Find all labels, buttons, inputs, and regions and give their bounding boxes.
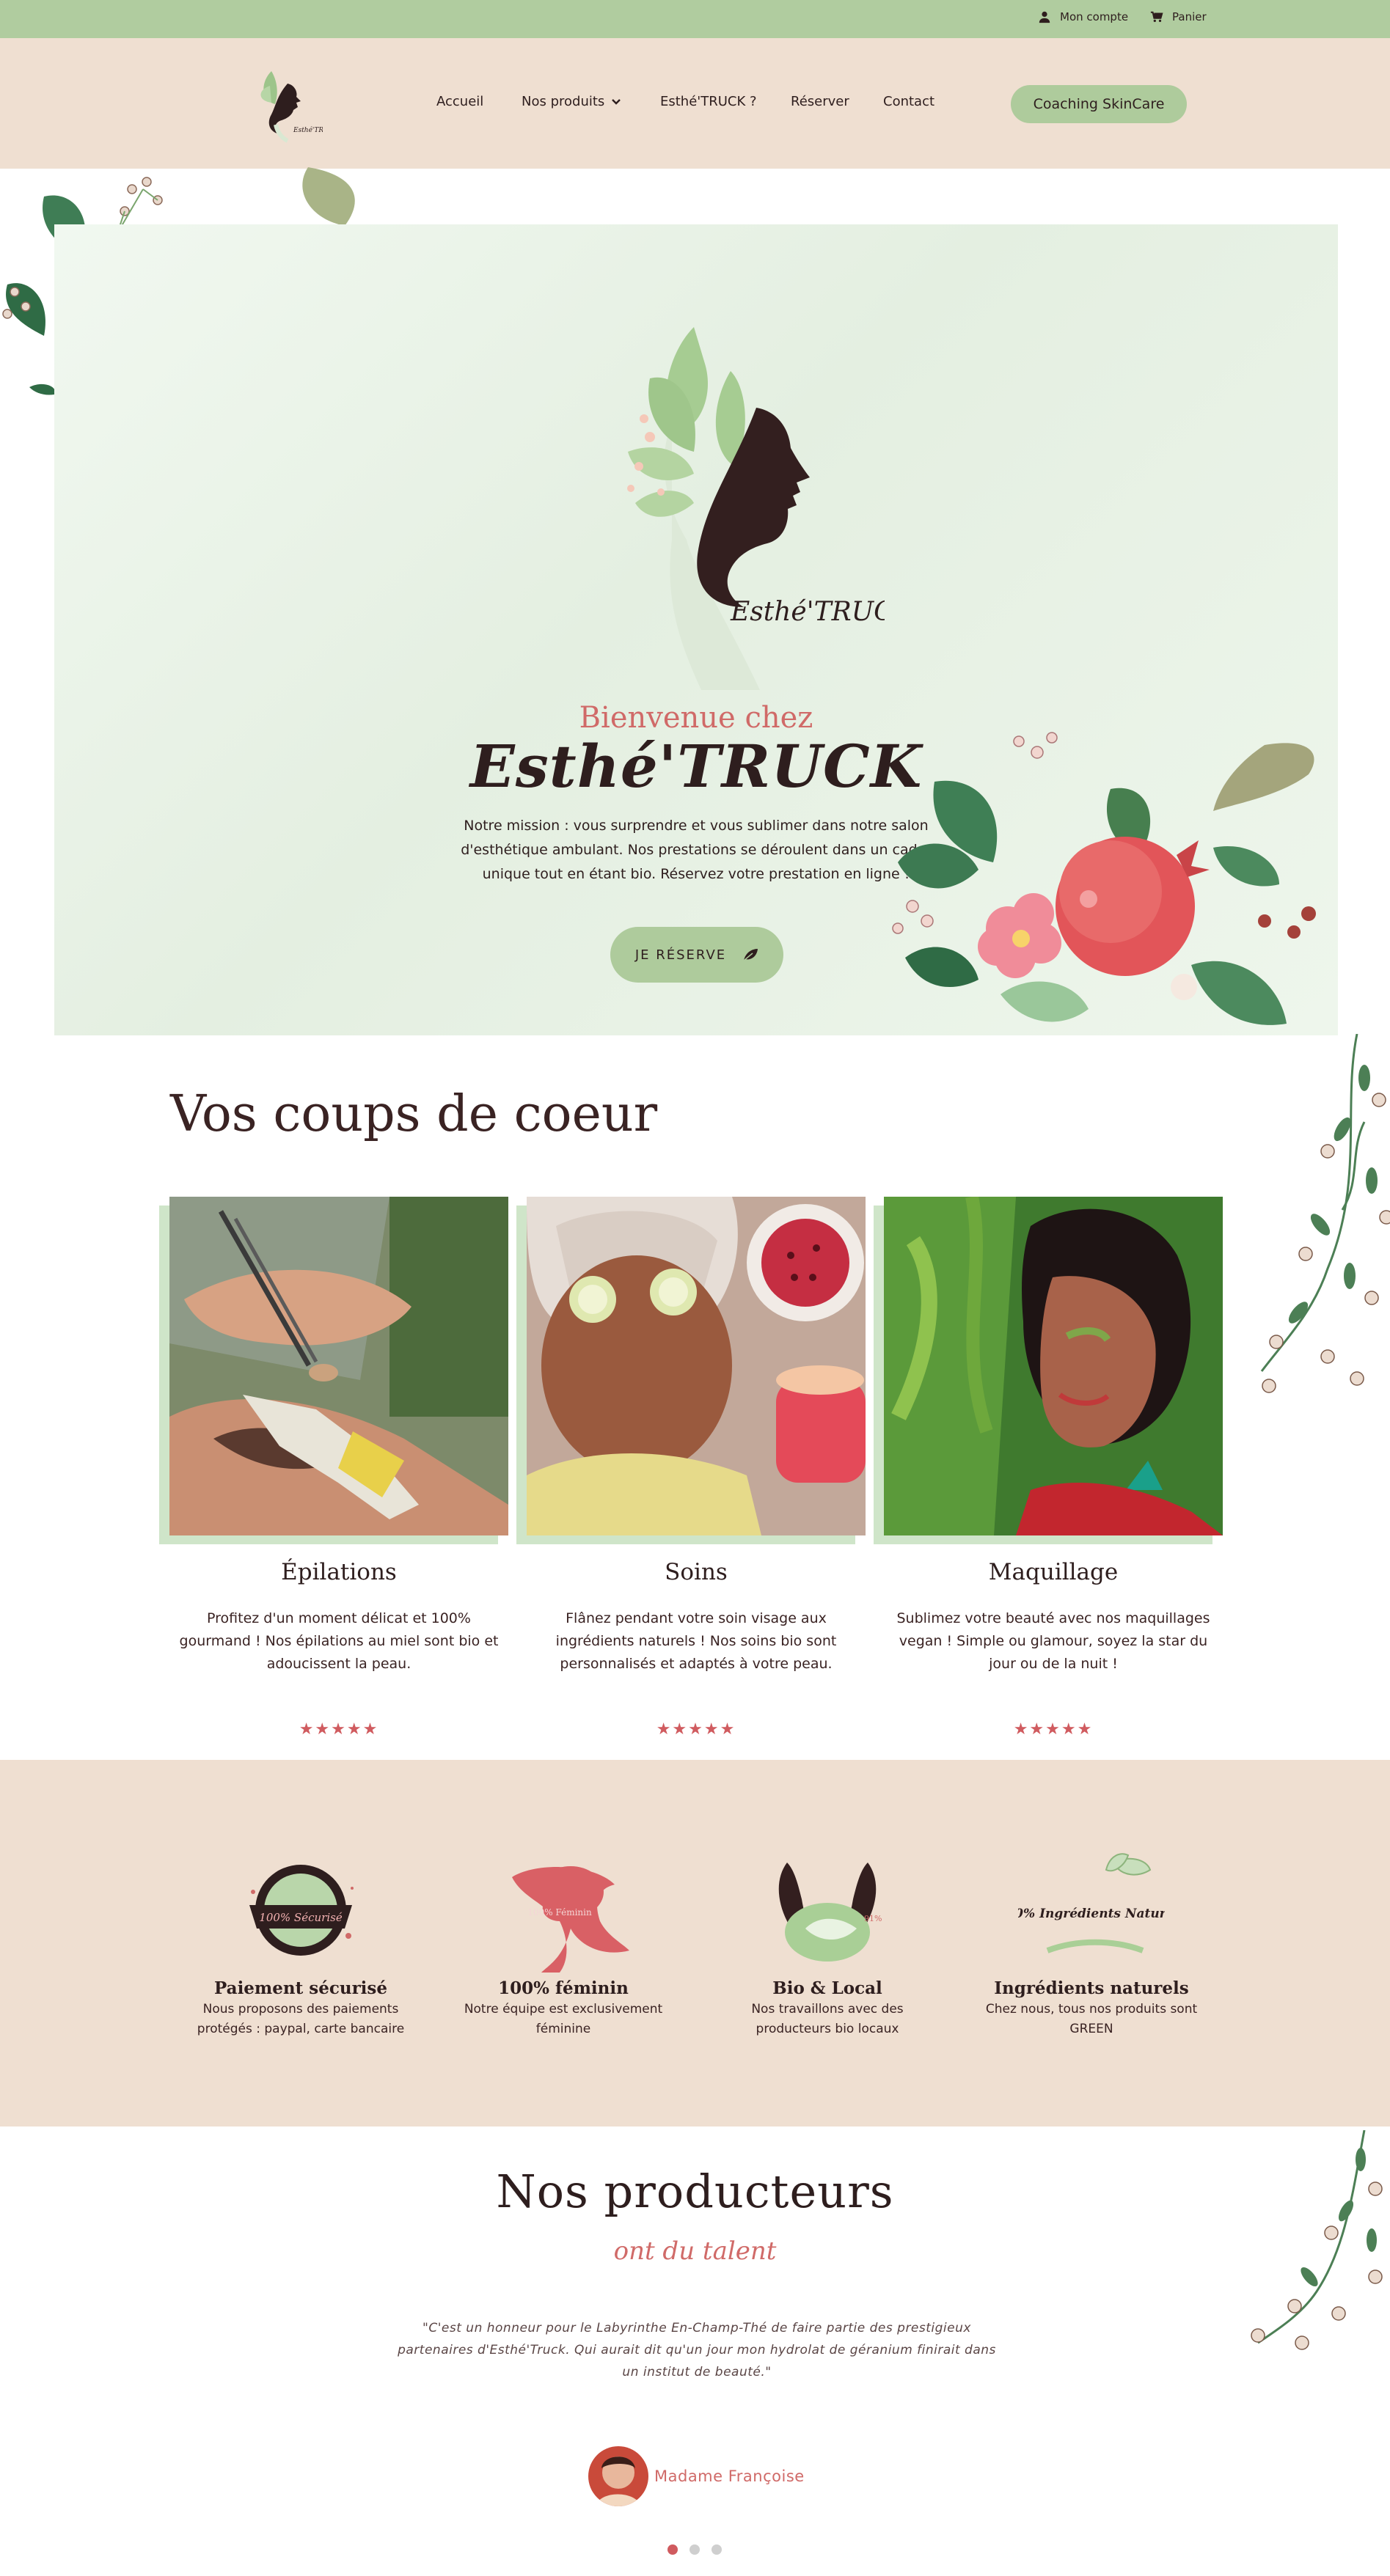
testimonial-name: Madame Françoise <box>654 2467 805 2485</box>
feature-paiement: 100% Sécurisé Paiement sécurisé Nous pro… <box>191 1848 411 2039</box>
badge-text: 100% Sécurisé <box>259 1911 343 1924</box>
feature-bio-local: 91% Bio & Local Nos travaillons avec des… <box>717 1848 937 2039</box>
secure-payment-icon: 100% Sécurisé <box>249 1865 354 1956</box>
svg-text:Esthé'TRUCK: Esthé'TRUCK <box>293 126 323 134</box>
testimonial-author: Madame Françoise <box>588 2446 805 2506</box>
producers-title: Nos producteurs <box>496 2165 894 2218</box>
brand-logo-large: Esthé'TRUCK <box>627 327 885 690</box>
nav-accueil-label: Accueil <box>436 94 484 109</box>
account-link[interactable]: Mon compte <box>1038 10 1128 23</box>
epilation-photo <box>169 1197 508 1535</box>
nav-esthetruck[interactable]: Esthé'TRUCK ? <box>660 94 757 109</box>
user-icon <box>1039 11 1050 23</box>
rating-stars: ★★★★★ <box>656 1720 736 1739</box>
feature-text: Nous proposons des paiements protégés : … <box>197 2002 405 2036</box>
feature-title: Ingrédients naturels <box>994 1978 1189 1998</box>
carousel-dots <box>667 2544 722 2555</box>
card-text: Flânez pendant votre soin visage aux ing… <box>555 1610 837 1672</box>
carousel-dot-1[interactable] <box>667 2544 678 2555</box>
reserve-button-label: JE RÉSERVE <box>634 947 727 963</box>
nav-contact[interactable]: Contact <box>883 94 934 109</box>
avatar <box>588 2446 648 2506</box>
reserve-button[interactable]: JE RÉSERVE <box>610 927 783 983</box>
cart-link[interactable]: Panier <box>1150 10 1207 23</box>
badge-text: 91% <box>864 1914 882 1923</box>
site-header: Esthé'TRUCK Accueil Nos produits Esthé'T… <box>0 38 1390 169</box>
nav-accueil[interactable]: Accueil <box>436 94 483 109</box>
favorites-title: Vos coups de coeur <box>170 1085 658 1143</box>
bio-hands-icon: 91% <box>778 1863 882 1962</box>
chevron-down-icon <box>612 98 621 105</box>
rating-stars: ★★★★★ <box>1013 1720 1094 1739</box>
producers-subtitle: ont du talent <box>613 2236 777 2266</box>
hero-section: Esthé'TRUCK Bienvenue chez Esthé'TRUCK N… <box>54 224 1338 1035</box>
nav-reserver[interactable]: Réserver <box>791 94 849 109</box>
pomegranate-flowers-decoration <box>892 732 1316 1025</box>
logo-brand-text: Esthé'TRUCK <box>730 597 885 627</box>
top-bar: Mon compte Panier <box>0 0 1390 38</box>
nav-nos-produits[interactable]: Nos produits <box>522 94 621 109</box>
card-text: Sublimez votre beauté avec nos maquillag… <box>896 1610 1210 1672</box>
carousel-dot-3[interactable] <box>712 2544 722 2555</box>
cart-label: Panier <box>1172 10 1207 23</box>
woman-hat-icon: 100% Féminin <box>512 1866 629 1973</box>
carousel-dot-2[interactable] <box>689 2544 700 2555</box>
maquillage-photo <box>884 1197 1223 1535</box>
features-section: 100% Sécurisé Paiement sécurisé Nous pro… <box>0 1760 1390 2127</box>
rating-stars: ★★★★★ <box>299 1720 379 1739</box>
natural-ingredients-icon: 100% Ingrédients Naturels <box>1018 1853 1165 1953</box>
feature-title: 100% féminin <box>498 1978 629 1998</box>
nav-esthetruck-label: Esthé'TRUCK ? <box>660 94 757 109</box>
coaching-skincare-button[interactable]: Coaching SkinCare <box>1011 85 1187 123</box>
account-label: Mon compte <box>1060 10 1129 23</box>
flower-branch-decoration <box>1260 1034 1390 1393</box>
feature-text: Nos travaillons avec des producteurs bio… <box>751 2002 904 2036</box>
feature-text: Chez nous, tous nos produits sont GREEN <box>985 2002 1198 2036</box>
feature-text: Notre équipe est exclusivement féminine <box>464 2002 663 2036</box>
site-logo[interactable]: Esthé'TRUCK <box>249 60 323 148</box>
feature-feminin: 100% Féminin 100% féminin Notre équipe e… <box>453 1848 673 2039</box>
card-title: Maquillage <box>988 1559 1119 1585</box>
nav-reserver-label: Réserver <box>791 94 849 109</box>
cart-icon <box>1150 11 1163 23</box>
feature-ingredients: 100% Ingrédients Naturels Ingrédients na… <box>981 1848 1201 2039</box>
card-title: Soins <box>665 1559 728 1585</box>
card-text: Profitez d'un moment délicat et 100% gou… <box>179 1610 499 1672</box>
testimonial-quote: "C'est un honneur pour le Labyrinthe En-… <box>398 2321 996 2379</box>
badge-text: 100% Féminin <box>527 1907 592 1918</box>
nav-contact-label: Contact <box>883 94 935 109</box>
soins-photo <box>527 1197 866 1535</box>
leaf-icon <box>743 949 758 961</box>
feature-title: Bio & Local <box>772 1978 882 1998</box>
badge-text: 100% Ingrédients Naturels <box>1018 1907 1165 1921</box>
feature-title: Paiement sécurisé <box>213 1978 388 1998</box>
nav-nos-produits-label: Nos produits <box>522 94 605 109</box>
card-title: Épilations <box>281 1559 397 1585</box>
